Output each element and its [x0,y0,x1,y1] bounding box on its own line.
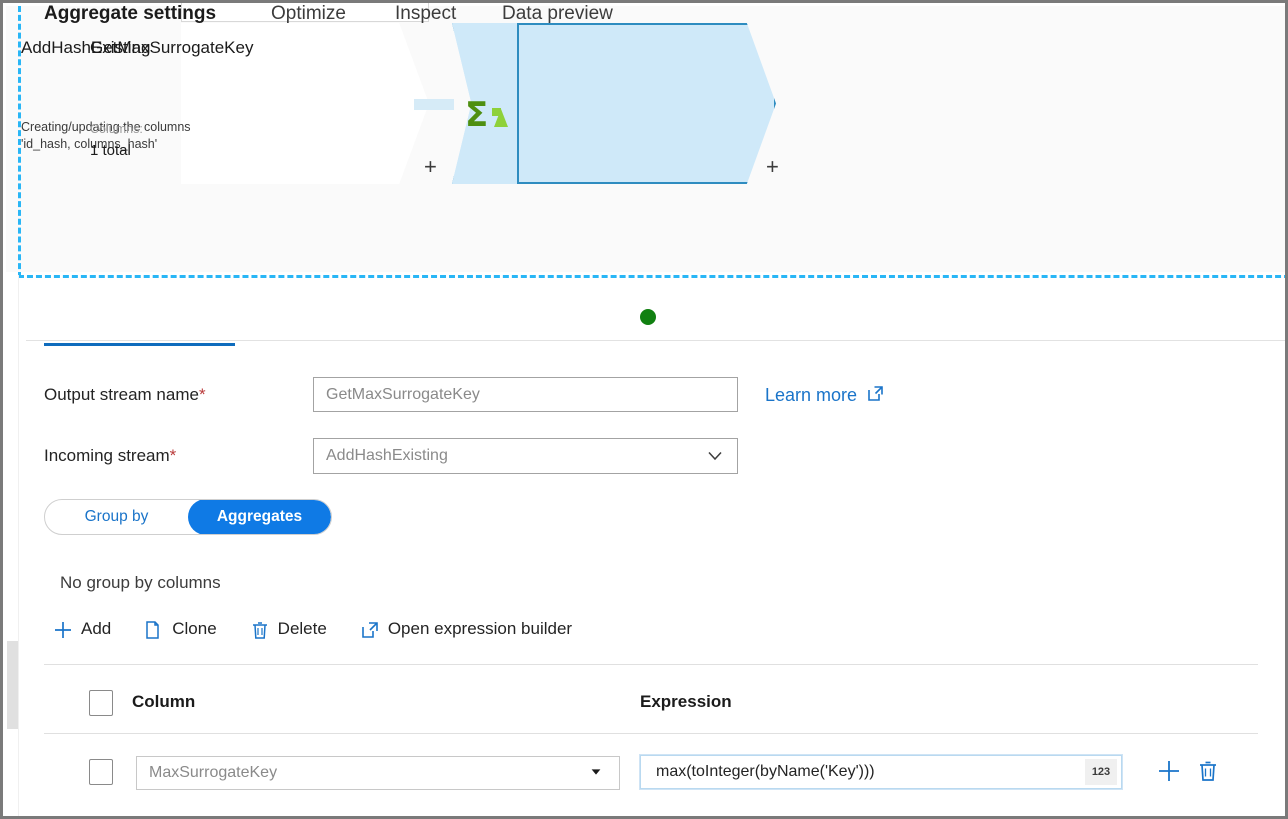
learn-more-label: Learn more [765,385,857,406]
output-stream-name-label: Output stream name* [44,385,206,405]
required-marker: * [170,446,177,465]
add-row-button[interactable] [1156,758,1182,789]
group-aggregate-toggle[interactable]: Group by Aggregates [44,499,332,535]
toggle-option-group-by[interactable]: Group by [45,500,188,534]
required-marker: * [199,385,206,404]
delete-button[interactable]: Delete [250,619,327,639]
tab-optimize[interactable]: Optimize [271,3,346,25]
tab-inspect[interactable]: Inspect [395,3,456,25]
button-label: Clone [172,619,216,639]
tab-data-preview[interactable]: Data preview [502,3,613,25]
column-header-expression: Expression [640,692,732,712]
select-all-checkbox[interactable] [89,690,113,716]
sigma-aggregate-icon: Σ [465,93,511,137]
external-link-icon [360,620,379,639]
tabs-divider [26,340,1285,341]
caret-down-icon [589,765,605,781]
button-label: Delete [278,619,327,639]
table-header-divider [44,733,1258,734]
source-node-add-icon[interactable]: + [424,156,437,178]
expression-type-badge: 123 [1085,759,1117,785]
svg-text:Σ: Σ [465,95,488,135]
flow-node-get-max-surrogate-key[interactable]: Σ [452,23,776,184]
selected-value: AddHashExisting [326,447,448,465]
external-link-icon [866,384,884,407]
delete-row-button[interactable] [1196,759,1220,788]
button-label: Open expression builder [388,619,572,639]
row-select-checkbox[interactable] [89,759,113,785]
flow-connector [414,99,454,110]
label-text: Incoming stream [44,446,170,465]
aggregate-node-columns-value: 1 total [90,142,131,159]
incoming-stream-label: Incoming stream* [44,446,176,466]
aggregate-actions-toolbar: Add Clone Delete [53,613,605,645]
table-top-divider [44,664,1258,665]
column-header-column: Column [132,692,195,712]
output-stream-name-input[interactable] [313,377,738,412]
toggle-option-aggregates[interactable]: Aggregates [188,499,331,535]
aggregate-node-columns-label: Columns: [90,122,143,136]
open-expression-builder-button[interactable]: Open expression builder [360,619,572,639]
label-text: Output stream name [44,385,199,404]
add-button[interactable]: Add [53,619,111,639]
expression-value: max(toInteger(byName('Key'))) [656,763,875,781]
expression-input[interactable]: max(toInteger(byName('Key'))) 123 [640,755,1122,789]
chevron-down-icon [707,448,723,464]
plus-icon [53,620,72,639]
aggregate-node-add-icon[interactable]: + [766,156,779,178]
learn-more-link[interactable]: Learn more [765,384,884,407]
group-by-status-text: No group by columns [60,573,221,593]
data-preview-status-badge [640,309,656,325]
panel-scrollbar-track[interactable] [6,275,19,819]
selected-value: MaxSurrogateKey [149,764,277,782]
trash-icon [250,620,269,639]
button-label: Add [81,619,111,639]
aggregate-settings-panel: AddHashExisting Creating/updating the co… [0,0,1288,819]
copy-icon [144,620,163,639]
data-flow-canvas[interactable]: AddHashExisting Creating/updating the co… [6,6,1288,272]
column-select[interactable]: MaxSurrogateKey [136,756,620,790]
incoming-stream-select[interactable]: AddHashExisting [313,438,738,474]
aggregate-node-title: GetMaxSurrogateKey [90,38,253,58]
active-tab-indicator [44,343,235,346]
tab-aggregate-settings[interactable]: Aggregate settings [44,3,216,25]
clone-button[interactable]: Clone [144,619,216,639]
panel-scrollbar-thumb[interactable] [7,641,18,729]
